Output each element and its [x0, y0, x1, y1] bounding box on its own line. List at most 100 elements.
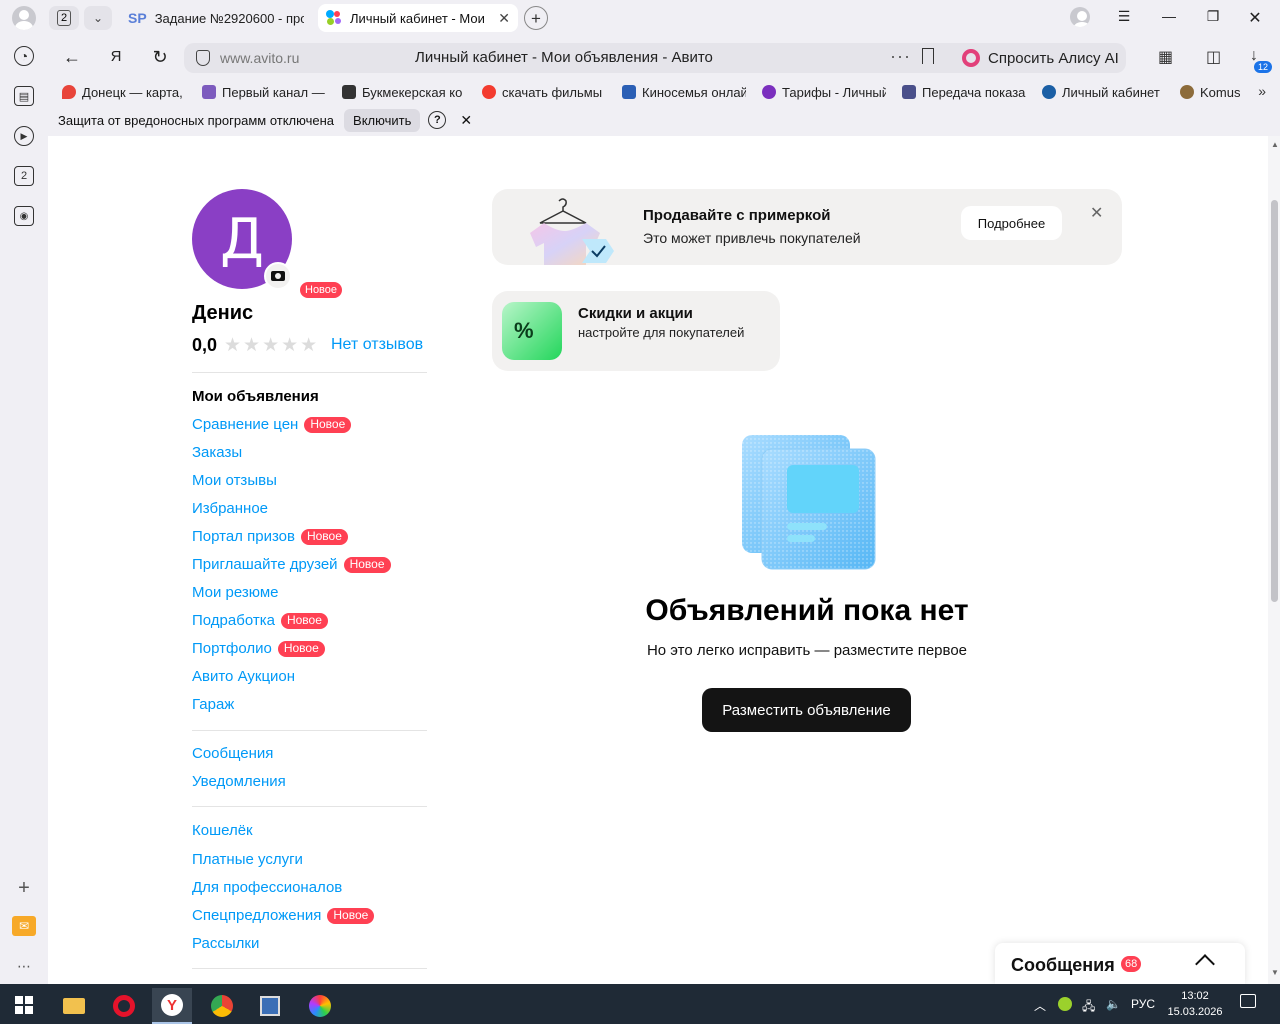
tab-task[interactable]: SP Задание №2920600 - про [120, 4, 312, 32]
bookmark-item[interactable]: Букмекерская ко [342, 85, 466, 100]
help-icon[interactable]: ? [428, 111, 447, 129]
account-icon[interactable] [1070, 7, 1090, 27]
discounts-card[interactable]: % Скидки и акции настройте для покупател… [492, 291, 780, 371]
close-icon[interactable]: ✕ [460, 112, 472, 129]
restore-icon[interactable]: ❐ [1202, 8, 1224, 25]
menu-wallet[interactable]: Кошелёк [192, 822, 253, 839]
tab-bar: 2 ⌄ SP Задание №2920600 - про Личный каб… [0, 0, 1280, 36]
bookmark-item[interactable]: Тарифы - Личный [762, 85, 886, 100]
color-app-icon[interactable] [300, 988, 340, 1024]
reload-icon[interactable]: ↻ [148, 47, 172, 68]
bookmark-label: скачать фильмы 2 [502, 84, 606, 100]
menu-notifications[interactable]: Уведомления [192, 773, 286, 790]
menu-label: Избранное [192, 500, 269, 517]
menu-icon[interactable]: ☰ [1113, 8, 1135, 25]
screenshot-icon[interactable]: ◉ [14, 206, 34, 226]
komus-icon [1180, 85, 1194, 99]
language-indicator[interactable]: РУС [1131, 997, 1155, 1011]
protect-icon[interactable]: ◫ [1206, 47, 1221, 67]
menu-side-jobs[interactable]: Подработка Новое [192, 612, 328, 629]
bookmark-item[interactable]: Первый канал — [202, 85, 326, 100]
reading-mode-icon[interactable]: ▦ [1158, 47, 1173, 67]
fitting-promo-banner[interactable]: Продавайте с примеркой Это может привлеч… [492, 189, 1122, 265]
bookmark-item[interactable]: Komus [1180, 85, 1242, 100]
new-tab-button[interactable]: + [524, 6, 548, 30]
tab-count-button[interactable]: 2 [49, 6, 79, 30]
add-panel-icon[interactable]: + [14, 877, 34, 899]
menu-my-resumes[interactable]: Мои резюме [192, 584, 279, 601]
video-play-icon[interactable]: ▶ [14, 126, 34, 146]
bookmark-item[interactable]: скачать фильмы 2 [482, 85, 606, 100]
tabs-dropdown-icon[interactable]: ⌄ [84, 6, 112, 30]
bookmark-item[interactable]: Личный кабинет [1042, 85, 1164, 100]
scroll-up-icon[interactable]: ▲ [1271, 140, 1279, 149]
chevron-up-icon[interactable] [1195, 954, 1215, 974]
windows-start-icon[interactable] [15, 996, 33, 1014]
menu-price-comparison[interactable]: Сравнение цен Новое [192, 416, 352, 433]
menu-orders[interactable]: Заказы [192, 444, 242, 461]
volume-icon[interactable]: 🔈 [1106, 997, 1121, 1011]
menu-label: Спецпредложения [192, 907, 322, 924]
opera-icon[interactable] [104, 988, 144, 1024]
enable-protection-button[interactable]: Включить [344, 108, 421, 132]
menu-label: Мои отзывы [192, 472, 277, 489]
network-icon[interactable]: 🖧 [1082, 997, 1095, 1018]
menu-invite-friends[interactable]: Приглашайте друзей Новое [192, 556, 391, 573]
menu-portfolio[interactable]: Портфолио Новое [192, 640, 325, 657]
page-scrollbar[interactable]: ▲ ▼ [1268, 136, 1280, 984]
menu-label: Платные услуги [192, 851, 303, 868]
close-window-icon[interactable]: ✕ [1244, 8, 1266, 28]
browser-sidebar: ◔ ▤ ▶ 2 ◉ + ✉ ⋯ [0, 36, 48, 984]
bookmark-icon[interactable] [922, 48, 934, 64]
messages-panel[interactable]: Сообщения 68 [995, 943, 1245, 984]
back-arrow-icon[interactable]: ← [60, 47, 84, 68]
reviews-link[interactable]: Нет отзывов [331, 336, 423, 354]
tray-app-icon[interactable] [1058, 997, 1072, 1011]
menu-newsletters[interactable]: Рассылки [192, 935, 259, 952]
menu-garage[interactable]: Гараж [192, 696, 234, 713]
menu-prize-portal[interactable]: Портал призов Новое [192, 528, 348, 545]
collections-icon[interactable]: ▤ [14, 86, 34, 106]
history-icon[interactable]: ◔ [14, 46, 34, 66]
menu-my-reviews[interactable]: Мои отзывы [192, 472, 277, 489]
address-field[interactable]: www.avito.ru Личный кабинет - Мои объявл… [184, 43, 996, 73]
mail-icon[interactable]: ✉ [12, 916, 36, 936]
clock[interactable]: 13:02 15.03.2026 [1166, 988, 1224, 1020]
alice-button[interactable]: Спросить Алису AI [954, 43, 1126, 73]
yandex-icon[interactable]: Я [104, 48, 128, 65]
camera-icon[interactable] [264, 262, 292, 290]
task-manager-icon[interactable] [250, 988, 290, 1024]
menu-label: Уведомления [192, 773, 286, 790]
menu-paid-services[interactable]: Платные услуги [192, 851, 303, 868]
menu-header-my-ads[interactable]: Мои объявления [192, 388, 319, 405]
shield-icon[interactable] [196, 50, 210, 66]
tray-expand-icon[interactable]: ︿ [1034, 997, 1046, 1014]
bookmark-item[interactable]: Передача показа [902, 85, 1026, 100]
minimize-icon[interactable]: — [1158, 8, 1180, 24]
divider [192, 968, 427, 969]
close-tab-icon[interactable]: ✕ [498, 10, 510, 27]
more-icon[interactable]: ⋯ [14, 956, 34, 976]
menu-special-offers[interactable]: Спецпредложения Новое [192, 907, 375, 924]
chrome-icon[interactable] [202, 988, 242, 1024]
yandex-browser-icon[interactable]: Y [152, 988, 192, 1024]
profile-avatar-icon[interactable] [12, 6, 36, 30]
tab-avito[interactable]: Личный кабинет - Мои ✕ [318, 4, 518, 32]
bookmark-item[interactable]: Киносемья онлай [622, 85, 746, 100]
bookmark-item[interactable]: Донецк — карта, [62, 85, 186, 100]
scroll-down-icon[interactable]: ▼ [1271, 968, 1279, 977]
new-badge: Новое [277, 640, 325, 657]
more-dots-icon[interactable]: ··· [890, 46, 911, 67]
tabs-counter-icon[interactable]: 2 [14, 166, 34, 186]
close-icon[interactable]: ✕ [1090, 203, 1103, 223]
more-bookmarks-icon[interactable]: » [1258, 83, 1266, 99]
menu-auction[interactable]: Авито Аукцион [192, 668, 295, 685]
menu-messages[interactable]: Сообщения [192, 745, 273, 762]
file-explorer-icon[interactable] [54, 988, 94, 1024]
post-ad-button[interactable]: Разместить объявление [702, 688, 911, 732]
learn-more-button[interactable]: Подробнее [961, 206, 1062, 240]
menu-for-professionals[interactable]: Для профессионалов [192, 879, 342, 896]
notifications-icon[interactable] [1240, 994, 1256, 1008]
scrollbar-thumb[interactable] [1271, 200, 1278, 602]
menu-favorites[interactable]: Избранное [192, 500, 268, 517]
